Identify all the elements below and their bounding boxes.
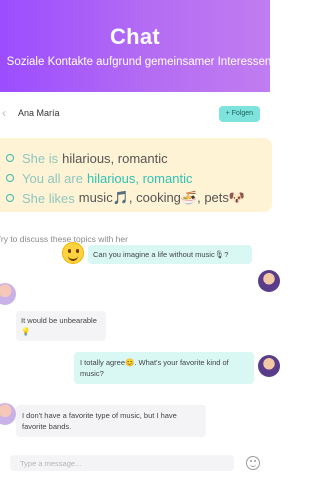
chat-header: ‹ Ana María + Folgen [0,104,270,126]
smiley-icon[interactable] [246,456,260,470]
back-arrow-icon[interactable]: ‹ [2,106,6,120]
contact-name[interactable]: Ana María [18,108,60,118]
smiley-emoji-icon [62,242,84,264]
interest-row: She likes music🎵, cooking🍜, pets🐶 [6,188,272,208]
bullet-circle-icon [6,154,14,162]
topic-hint: Try to discuss these topics with her [0,234,128,244]
follow-button[interactable]: + Folgen [218,106,260,122]
message-incoming: I don't have a favorite type of music, b… [16,405,206,437]
message-outgoing: I totally agree😊. What's your favorite k… [74,352,254,384]
message-incoming: It would be unbearable💡 [16,311,106,341]
message-input[interactable] [10,455,234,471]
interest-prefix: She likes [22,190,75,206]
interest-prefix: She is [22,150,59,166]
page-title: Chat [109,24,161,49]
interest-values: music🎵, cooking🍜, pets🐶 [78,190,246,205]
shared-interests-card: She is hilarious, romantic You all are h… [0,138,272,212]
interest-values: hilarious, romantic [62,150,168,166]
bullet-circle-icon [6,194,14,202]
avatar-self[interactable] [258,270,280,292]
interest-prefix: You all are [22,170,83,186]
interest-row: She is hilarious, romantic [6,148,272,168]
message-outgoing: Can you imagine a life without music🎙? [88,245,252,264]
page-subtitle: Soziale Kontakte aufgrund gemeinsamer In… [6,56,270,68]
interest-values: hilarious, romantic [86,170,193,186]
bullet-circle-icon [6,174,14,182]
interest-row: You all are hilarious, romantic [6,168,272,188]
promo-banner: Chat Soziale Kontakte aufgrund gemeinsam… [0,0,270,92]
avatar-self[interactable] [258,355,280,377]
